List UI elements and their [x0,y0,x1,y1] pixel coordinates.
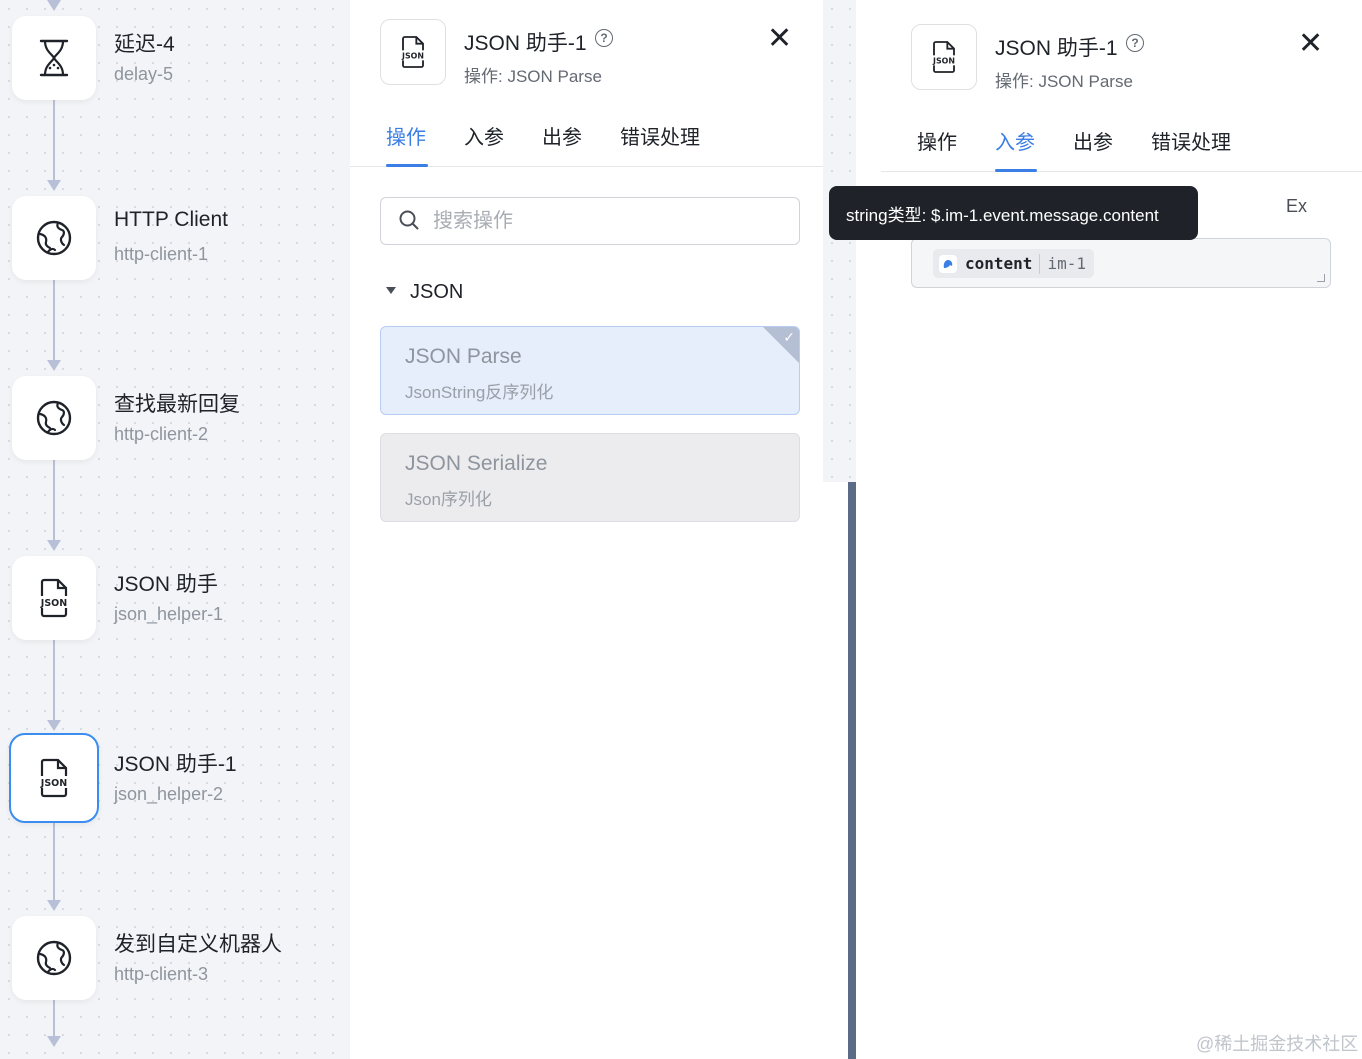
panel-subtitle: 操作: JSON Parse [995,72,1133,91]
chip-separator [1039,253,1041,274]
connector-arrow [47,180,61,191]
node-subtitle: http-client-1 [114,244,209,264]
node-subtitle: json_helper-2 [114,784,224,804]
connector-line [53,1000,55,1036]
help-icon[interactable]: ? [595,29,613,47]
search-icon [399,210,419,230]
globe-icon [36,220,72,256]
connector-arrow [47,0,61,11]
node-subtitle: json_helper-1 [114,604,224,624]
expression-label: Ex [1286,196,1308,216]
tab-error-handling[interactable]: 错误处理 [620,121,700,150]
node-title: JSON 助手 [114,573,218,596]
im-app-icon [939,254,957,273]
svg-text:JSON: JSON [932,57,955,66]
help-icon[interactable]: ? [1126,34,1144,52]
svg-text:JSON: JSON [40,778,67,789]
tab-operation[interactable]: 操作 [917,126,957,155]
connector-line [53,100,55,180]
workflow-node-find-latest-reply[interactable] [12,376,96,460]
variable-name: content [965,254,1033,273]
tab-output-params[interactable]: 出参 [1073,126,1113,155]
json-file-icon: JSON [37,758,71,798]
node-title: 查找最新回复 [114,393,240,416]
connector-line [53,280,55,360]
group-label: JSON [410,281,464,303]
connector-arrow [47,360,61,371]
variable-source: im-1 [1047,254,1086,273]
close-icon[interactable]: ✕ [767,24,792,54]
close-icon[interactable]: ✕ [1298,29,1323,59]
operation-title: JSON Serialize [405,452,548,475]
caret-down-icon [386,287,396,295]
operation-card-json-parse[interactable]: JSON Parse JsonString反序列化 ✓ [380,326,800,415]
node-subtitle: delay-5 [114,64,174,84]
connector-line [53,460,55,540]
json-file-icon: JSON [37,578,71,618]
tab-output-params[interactable]: 出参 [542,121,582,150]
operation-card-json-serialize[interactable]: JSON Serialize Json序列化 [380,433,800,522]
json-helper-icon: JSON [911,24,977,90]
connector-arrow [47,720,61,731]
connector-line [53,640,55,720]
operation-desc: JsonString反序列化 [405,383,554,402]
workflow-node-json-helper-1-active[interactable]: JSON [9,733,99,823]
operation-panel [350,0,823,1059]
workflow-canvas[interactable]: 延迟-4 delay-5 HTTP Client http-client-1 查… [0,0,350,1059]
connector-line [53,823,55,900]
hourglass-icon [39,39,69,77]
group-header-json[interactable]: JSON [386,281,463,304]
workflow-node-send-to-bot[interactable] [12,916,96,1000]
node-title: HTTP Client [114,208,228,231]
content-param-field[interactable]: content im-1 [911,238,1331,288]
variable-tooltip: string类型: $.im-1.event.message.content [829,186,1198,240]
panel-title: JSON 助手-1 [464,32,587,55]
variable-chip[interactable]: content im-1 [933,249,1094,278]
panel-subtitle: 操作: JSON Parse [464,67,602,86]
tab-input-params[interactable]: 入参 [995,126,1035,155]
globe-icon [36,400,72,436]
node-title: 发到自定义机器人 [114,933,282,956]
operation-title: JSON Parse [405,345,522,368]
tab-active-indicator [386,164,428,167]
tab-error-handling[interactable]: 错误处理 [1151,126,1231,155]
connector-arrow [47,900,61,911]
check-icon: ✓ [783,329,795,345]
node-title: JSON 助手-1 [114,753,237,776]
globe-icon [36,940,72,976]
workflow-node-delay[interactable] [12,16,96,100]
panel-divider[interactable] [848,482,856,1059]
node-subtitle: http-client-3 [114,964,209,984]
panel-gap [823,482,848,1059]
connector-arrow [47,540,61,551]
tab-operation[interactable]: 操作 [386,121,426,150]
panel-title: JSON 助手-1 [995,37,1118,60]
node-title: 延迟-4 [114,33,175,56]
resize-handle-icon[interactable] [1317,274,1325,282]
search-input[interactable] [433,206,783,236]
watermark: @稀土掘金技术社区 [1196,1034,1359,1054]
svg-text:JSON: JSON [40,598,67,609]
operation-desc: Json序列化 [405,490,492,509]
connector-arrow [47,1036,61,1047]
search-box[interactable] [380,197,800,245]
tab-input-params[interactable]: 入参 [464,121,504,150]
tab-active-indicator [995,169,1037,172]
workflow-node-http-client[interactable] [12,196,96,280]
json-helper-icon: JSON [380,19,446,85]
node-subtitle: http-client-2 [114,424,209,444]
svg-text:JSON: JSON [401,52,424,61]
tab-divider [881,171,1362,172]
workflow-node-json-helper[interactable]: JSON [12,556,96,640]
